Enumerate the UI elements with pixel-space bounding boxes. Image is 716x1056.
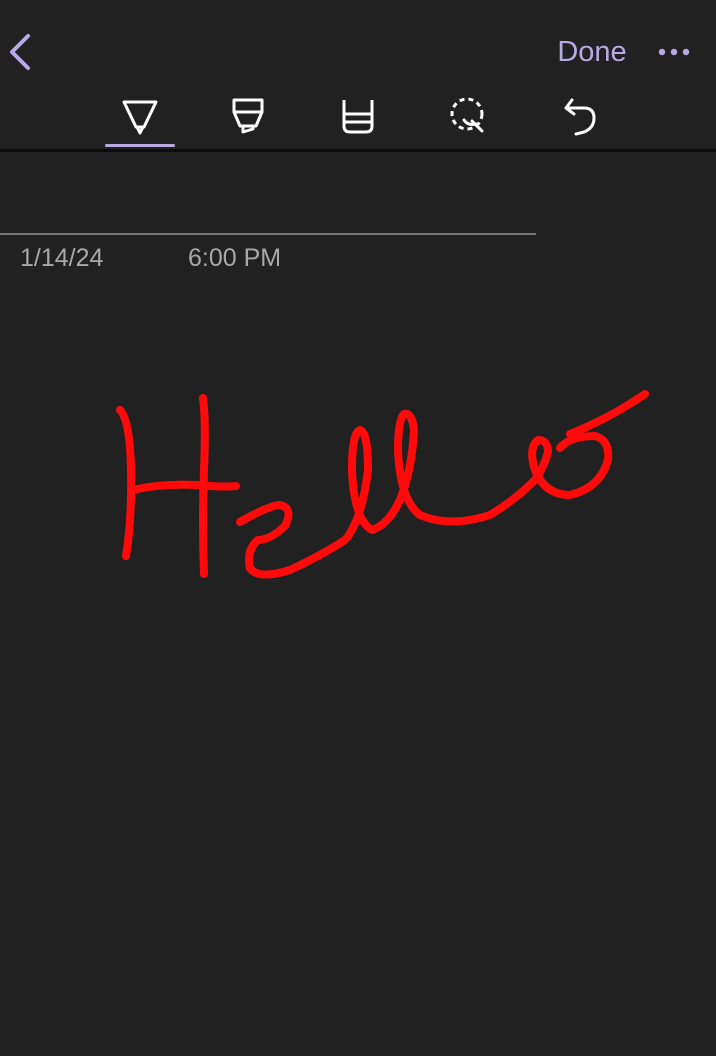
- ink-stroke-ello: [236, 409, 613, 579]
- undo-icon: [564, 98, 596, 136]
- page-date: 1/14/24: [20, 244, 104, 272]
- lasso-select-tool-button[interactable]: [446, 94, 490, 138]
- page-time: 6:00 PM: [188, 244, 282, 272]
- toolbar-divider: [0, 149, 716, 152]
- page-title-underline: [0, 233, 536, 235]
- ink-strokes: [116, 390, 649, 579]
- chevron-left-icon: [10, 34, 30, 70]
- pen-icon: [122, 100, 158, 135]
- done-button[interactable]: Done: [548, 32, 636, 72]
- note-canvas-screen: Done 1/14/24 6:00 PM: [0, 0, 716, 1056]
- ink-stroke-h-cross: [128, 480, 240, 494]
- undo-button[interactable]: [558, 94, 602, 138]
- highlighter-tool-button[interactable]: [226, 94, 270, 138]
- eraser-icon: [342, 100, 374, 134]
- highlighter-icon: [232, 98, 264, 134]
- active-tool-indicator: [105, 144, 175, 147]
- ink-stroke-h-right: [199, 394, 209, 578]
- more-options-button[interactable]: [652, 36, 696, 68]
- back-button[interactable]: [2, 28, 42, 76]
- ink-stroke-h-left: [116, 406, 136, 560]
- eraser-tool-button[interactable]: [336, 94, 380, 138]
- lasso-select-icon: [450, 97, 484, 133]
- ink-stroke-tail: [566, 390, 649, 438]
- pen-tool-button[interactable]: [118, 94, 162, 138]
- top-toolbar: Done: [0, 0, 716, 150]
- ellipsis-icon: [658, 48, 690, 56]
